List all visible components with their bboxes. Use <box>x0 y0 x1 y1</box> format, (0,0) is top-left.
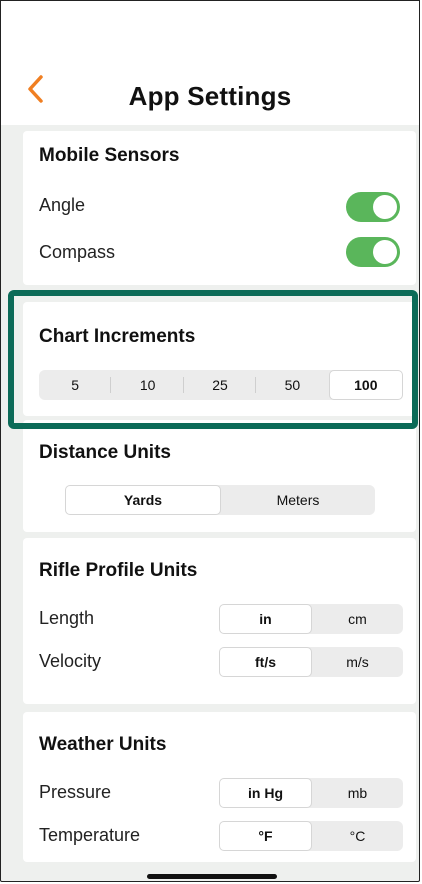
rifle-profile-units-card: Rifle Profile Units Length in cm Velocit… <box>23 538 416 704</box>
settings-screen: App Settings Mobile Sensors Angle Compas… <box>0 0 420 882</box>
home-indicator <box>147 874 277 879</box>
toggle-knob <box>373 195 397 219</box>
chart-increments-highlight <box>8 290 418 429</box>
page-title: App Settings <box>128 81 292 111</box>
length-option-cm[interactable]: cm <box>312 604 403 634</box>
weather-units-card: Weather Units Pressure in Hg mb Temperat… <box>23 712 416 862</box>
mobile-sensors-card: Mobile Sensors Angle Compass <box>23 131 416 285</box>
temperature-option-f[interactable]: °F <box>219 821 312 851</box>
length-option-in[interactable]: in <box>219 604 312 634</box>
rifle-profile-units-title: Rifle Profile Units <box>39 560 198 581</box>
pressure-units-selector: in Hg mb <box>219 778 403 808</box>
compass-toggle[interactable] <box>346 237 400 267</box>
velocity-option-ms[interactable]: m/s <box>312 647 403 677</box>
distance-option-yards[interactable]: Yards <box>65 485 221 515</box>
velocity-units-selector: ft/s m/s <box>219 647 403 677</box>
velocity-option-fts[interactable]: ft/s <box>219 647 312 677</box>
pressure-option-mb[interactable]: mb <box>312 778 403 808</box>
velocity-label: Velocity <box>39 651 102 671</box>
weather-units-title: Weather Units <box>39 734 167 755</box>
toggle-knob <box>373 240 397 264</box>
pressure-label: Pressure <box>39 782 112 802</box>
distance-units-selector: Yards Meters <box>65 485 375 515</box>
compass-label: Compass <box>39 242 116 262</box>
angle-toggle[interactable] <box>346 192 400 222</box>
distance-units-card: Distance Units Yards Meters <box>23 420 416 532</box>
mobile-sensors-title: Mobile Sensors <box>39 145 180 166</box>
distance-option-meters[interactable]: Meters <box>221 485 375 515</box>
pressure-option-inhg[interactable]: in Hg <box>219 778 312 808</box>
nav-header: App Settings <box>1 1 419 125</box>
temperature-units-selector: °F °C <box>219 821 403 851</box>
length-units-selector: in cm <box>219 604 403 634</box>
distance-units-title: Distance Units <box>39 442 171 463</box>
temperature-option-c[interactable]: °C <box>312 821 403 851</box>
length-label: Length <box>39 608 95 628</box>
angle-label: Angle <box>39 195 86 215</box>
temperature-label: Temperature <box>39 825 141 845</box>
